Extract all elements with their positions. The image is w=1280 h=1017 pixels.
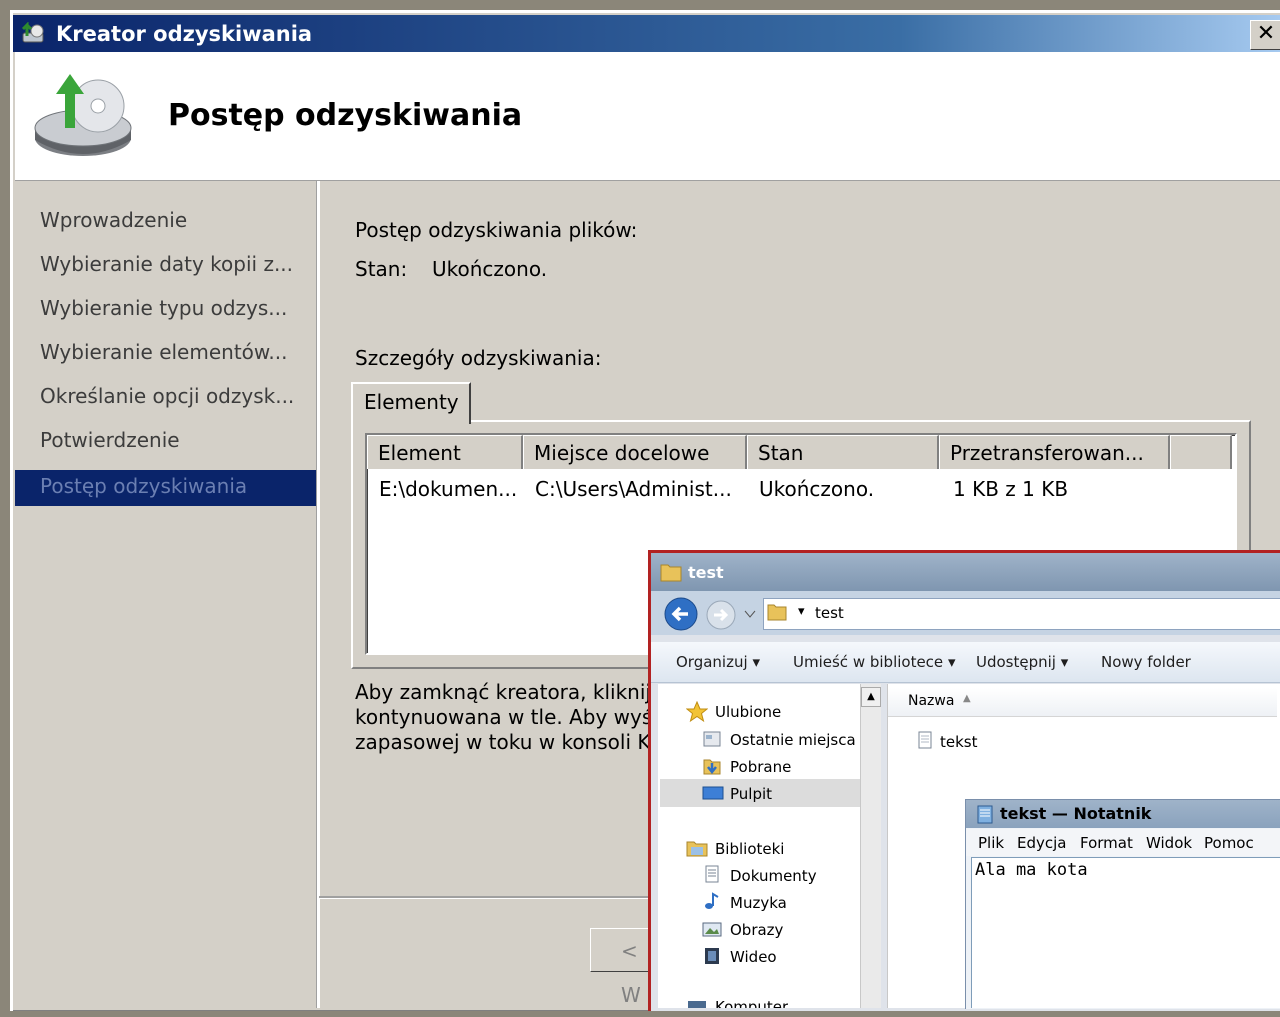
row-destination[interactable]: C:\Users\Administ... [535,477,732,501]
share-menu[interactable]: Udostępnij ▾ [976,653,1068,671]
organize-label: Organizuj [676,653,748,671]
menu-help[interactable]: Pomoc [1204,834,1254,852]
breadcrumb-current[interactable]: test [815,604,844,622]
menu-file[interactable]: Plik [978,834,1004,852]
backup-drive-icon [34,74,132,156]
organize-menu[interactable]: Organizuj ▾ [676,653,760,671]
music-icon [705,892,719,909]
step-confirmation[interactable]: Potwierdzenie [40,428,180,452]
include-in-library-menu[interactable]: Umieść w bibliotece ▾ [793,653,955,671]
back-arrow-icon[interactable] [664,597,698,631]
explorer-title: test [688,563,724,582]
column-header-filler [1170,435,1232,469]
address-folder-icon [767,604,787,621]
step-recovery-options[interactable]: Określanie opcji odzysk... [40,384,294,408]
video-icon [705,948,719,964]
step-progress: Postęp odzyskiwania [40,474,248,498]
details-label: Szczegóły odzyskiwania: [355,346,602,370]
recovery-app-icon [21,22,44,43]
nav-favorites[interactable]: Ulubione [715,703,781,721]
wizard-title: Kreator odzyskiwania [56,22,313,46]
status-label: Stan: [355,257,408,281]
notepad-text-area[interactable]: Ala ma kota [971,857,1280,1008]
desktop-icon [702,786,724,800]
name-column-label: Nazwa [908,693,955,709]
documents-icon [705,865,719,883]
menu-view[interactable]: Widok [1146,834,1192,852]
notepad-icon [977,805,993,824]
column-header-transferred[interactable]: Przetransferowan... [939,435,1170,469]
nav-desktop[interactable]: Pulpit [730,785,772,803]
nav-pictures[interactable]: Obrazy [730,921,783,939]
libraries-icon [686,841,708,857]
text-file-icon [918,731,932,749]
row-transferred[interactable]: 1 KB z 1 KB [953,477,1068,501]
file-item[interactable]: tekst [940,733,978,751]
row-status[interactable]: Ukończono. [759,477,874,501]
computer-icon [688,1001,706,1008]
chevron-down-icon: ▾ [947,653,956,671]
step-select-backup-date[interactable]: Wybieranie daty kopii z... [40,252,293,276]
pane-divider [316,181,320,1008]
nav-scrollbar[interactable] [860,684,881,1008]
note-line-3: zapasowej w toku w konsoli Ko [355,730,662,754]
column-header-destination[interactable]: Miejsce docelowe [523,435,747,469]
history-dropdown-icon[interactable] [743,609,757,619]
note-line-2: kontynuowana w tle. Aby wyś [355,705,653,729]
breadcrumb-chevron-icon[interactable]: ▾ [798,604,805,619]
progress-label: Postęp odzyskiwania plików: [355,218,638,242]
nav-documents[interactable]: Dokumenty [730,867,817,885]
note-line-1: Aby zamknąć kreatora, kliknij p [355,680,670,704]
recent-places-icon [703,731,721,747]
chevron-down-icon: ▾ [1060,653,1069,671]
forward-arrow-icon[interactable] [705,599,737,631]
column-header-element[interactable]: Element [367,435,523,469]
tab-items-label: Elementy [364,390,459,414]
nav-recent-places[interactable]: Ostatnie miejsca [730,731,856,749]
column-header-status[interactable]: Stan [747,435,939,469]
nav-videos[interactable]: Wideo [730,948,777,966]
menu-format[interactable]: Format [1080,834,1133,852]
favorites-star-icon [686,701,708,723]
new-folder-button[interactable]: Nowy folder [1101,653,1191,671]
share-label: Udostępnij [976,653,1056,671]
page-title: Postęp odzyskiwania [168,98,523,133]
pictures-icon [702,922,722,937]
menu-edit[interactable]: Edycja [1017,834,1066,852]
step-select-recovery-type[interactable]: Wybieranie typu odzys... [40,296,287,320]
status-value: Ukończono. [432,257,548,281]
nav-libraries[interactable]: Biblioteki [715,840,784,858]
step-select-items[interactable]: Wybieranie elementów... [40,340,288,364]
step-introduction[interactable]: Wprowadzenie [40,208,187,232]
include-in-library-label: Umieść w bibliotece [793,653,944,671]
row-element[interactable]: E:\dokumen... [379,477,517,501]
nav-downloads[interactable]: Pobrane [730,758,791,776]
explorer-titlebar[interactable] [651,553,1280,591]
notepad-title: tekst — Notatnik [1000,804,1152,823]
sort-arrow-icon: ▲ [963,693,971,704]
scroll-up-arrow-icon[interactable]: ▲ [861,687,881,707]
nav-music[interactable]: Muzyka [730,894,787,912]
chevron-down-icon: ▾ [752,653,760,671]
close-button[interactable]: ✕ [1250,20,1280,50]
folder-icon [660,564,682,582]
downloads-icon [703,759,721,775]
nav-computer[interactable]: Komputer [715,998,788,1008]
